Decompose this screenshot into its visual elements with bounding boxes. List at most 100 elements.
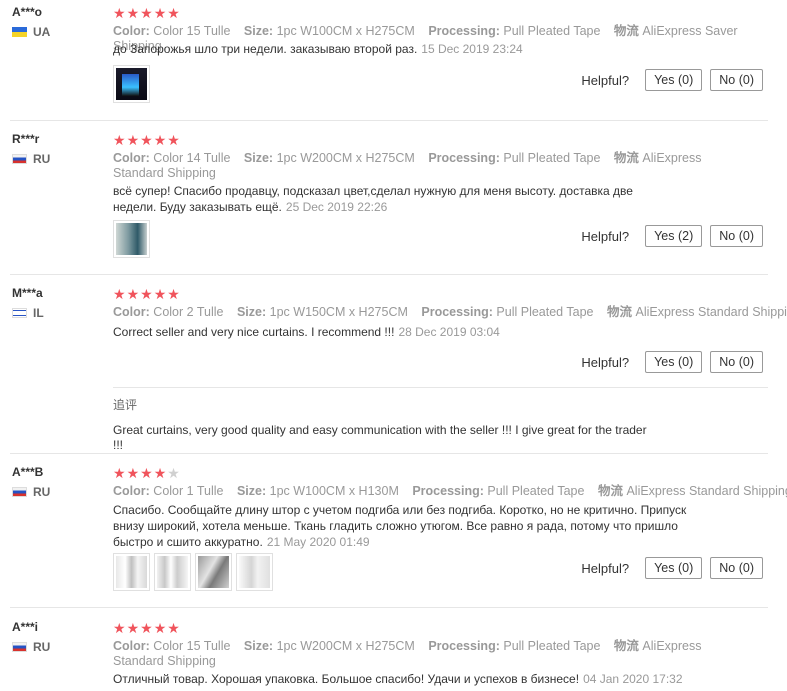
- review-photo-thumb[interactable]: [154, 553, 191, 591]
- star-icon: ★: [113, 132, 126, 148]
- review-date: 15 Dec 2019 23:24: [421, 42, 523, 56]
- helpful-voting: Helpful? Yes (0) No (0): [581, 69, 763, 91]
- star-rating: ★ ★ ★ ★ ★: [113, 133, 181, 147]
- star-rating: ★ ★ ★ ★ ★: [113, 6, 181, 20]
- star-empty-icon: ★: [167, 465, 180, 481]
- helpful-label: Helpful?: [581, 560, 630, 576]
- order-info: Color: Color 15 Tulle Size: 1pc W200CM x…: [113, 639, 702, 668]
- helpful-voting: Helpful? Yes (0) No (0): [581, 557, 763, 579]
- star-icon: ★: [153, 465, 167, 481]
- star-icon: ★: [167, 132, 180, 148]
- star-icon: ★: [126, 132, 140, 148]
- star-rating: ★ ★ ★ ★ ★: [113, 287, 181, 301]
- helpful-yes-button[interactable]: Yes (0): [645, 351, 703, 373]
- star-icon: ★: [167, 286, 180, 302]
- star-icon: ★: [126, 465, 140, 481]
- divider: [10, 607, 768, 608]
- helpful-label: Helpful?: [581, 228, 630, 244]
- divider: [10, 120, 768, 121]
- reviewer-country: RU: [12, 640, 102, 654]
- reviewer-info: A***o UA: [12, 5, 102, 39]
- star-icon: ★: [153, 132, 167, 148]
- divider: [10, 274, 768, 275]
- reviewer-country: RU: [12, 485, 102, 499]
- helpful-label: Helpful?: [581, 72, 630, 88]
- star-icon: ★: [140, 465, 153, 481]
- review-text: Correct seller and very nice curtains. I…: [113, 325, 500, 339]
- star-icon: ★: [113, 620, 126, 636]
- reviewer-name: A***i: [12, 620, 39, 634]
- review-photo-thumb[interactable]: [195, 553, 232, 591]
- review-photo-thumb[interactable]: [113, 220, 150, 258]
- review-date: 04 Jan 2020 17:32: [583, 672, 683, 686]
- helpful-label: Helpful?: [581, 354, 630, 370]
- star-icon: ★: [113, 5, 126, 21]
- review-text: Отличный товар. Хорошая упаковка. Большо…: [113, 672, 683, 686]
- reviewer-info: M***a IL: [12, 286, 102, 320]
- ru-flag-icon: [12, 487, 27, 497]
- helpful-voting: Helpful? Yes (2) No (0): [581, 225, 763, 247]
- followup-text: Great curtains, very good quality and ea…: [113, 423, 647, 452]
- divider: [10, 453, 768, 454]
- helpful-yes-button[interactable]: Yes (0): [645, 557, 703, 579]
- reviewer-info: A***B RU: [12, 465, 102, 499]
- star-icon: ★: [140, 620, 153, 636]
- review-item: A***B RU ★ ★ ★ ★ ★ Color: Color 1 Tulle Size…: [0, 460, 787, 608]
- review-date: 25 Dec 2019 22:26: [285, 200, 388, 214]
- order-info: Color: Color 2 Tulle Size: 1pc W150CM x …: [113, 305, 787, 319]
- review-date: 28 Dec 2019 03:04: [398, 325, 500, 339]
- star-icon: ★: [140, 5, 153, 21]
- review-item: R***r RU ★ ★ ★ ★ ★ Color: Color 14 Tulle Siz…: [0, 127, 787, 275]
- star-icon: ★: [167, 5, 180, 21]
- review-text: всё супер! Спасибо продавцу, подсказал ц…: [113, 184, 633, 214]
- reviewer-name: A***o: [12, 5, 43, 19]
- order-info: Color: Color 1 Tulle Size: 1pc W100CM x …: [113, 484, 787, 498]
- review-item: A***i RU ★ ★ ★ ★ ★ Color: Color 15 Tulle Siz…: [0, 615, 787, 691]
- reviewer-name: M***a: [12, 286, 43, 300]
- reviewer-info: A***i RU: [12, 620, 102, 654]
- helpful-no-button[interactable]: No (0): [710, 69, 763, 91]
- helpful-voting: Helpful? Yes (0) No (0): [581, 351, 763, 373]
- reviewer-info: R***r RU: [12, 132, 102, 166]
- reviewer-name: A***B: [12, 465, 44, 479]
- divider: [113, 387, 768, 388]
- star-rating: ★ ★ ★ ★ ★: [113, 466, 181, 480]
- star-icon: ★: [113, 286, 126, 302]
- review-text: Спасибо. Сообщайте длину штор с учетом п…: [113, 503, 687, 549]
- star-icon: ★: [113, 465, 126, 481]
- helpful-no-button[interactable]: No (0): [710, 557, 763, 579]
- review-photos: [113, 553, 277, 591]
- star-icon: ★: [126, 5, 140, 21]
- order-info: Color: Color 14 Tulle Size: 1pc W200CM x…: [113, 151, 702, 180]
- reviewer-country: RU: [12, 152, 102, 166]
- review-photo-thumb[interactable]: [236, 553, 273, 591]
- helpful-yes-button[interactable]: Yes (2): [645, 225, 703, 247]
- star-icon: ★: [140, 286, 153, 302]
- followup-review: 追评 Great curtains, very good quality and…: [113, 387, 768, 453]
- ua-flag-icon: [12, 27, 27, 37]
- star-icon: ★: [126, 620, 140, 636]
- review-item: M***a IL ★ ★ ★ ★ ★ Color: Color 2 Tulle Size…: [0, 281, 787, 454]
- helpful-no-button[interactable]: No (0): [710, 225, 763, 247]
- review-photos: [113, 65, 154, 103]
- helpful-no-button[interactable]: No (0): [710, 351, 763, 373]
- reviewer-name: R***r: [12, 132, 40, 146]
- review-photos: [113, 220, 154, 258]
- review-item: A***o UA ★ ★ ★ ★ ★ Color: Color 15 Tulle Siz…: [0, 0, 787, 121]
- review-date: 21 May 2020 01:49: [266, 535, 370, 549]
- ru-flag-icon: [12, 154, 27, 164]
- review-text: до Запорожья шло три недели. заказываю в…: [113, 42, 523, 56]
- il-flag-icon: [12, 308, 27, 318]
- star-icon: ★: [153, 5, 167, 21]
- star-icon: ★: [167, 620, 180, 636]
- star-icon: ★: [153, 286, 167, 302]
- review-photo-thumb[interactable]: [113, 553, 150, 591]
- star-icon: ★: [126, 286, 140, 302]
- star-icon: ★: [153, 620, 167, 636]
- reviewer-country: IL: [12, 306, 102, 320]
- reviewer-country: UA: [12, 25, 102, 39]
- helpful-yes-button[interactable]: Yes (0): [645, 69, 703, 91]
- review-photo-thumb[interactable]: [113, 65, 150, 103]
- star-rating: ★ ★ ★ ★ ★: [113, 621, 181, 635]
- ru-flag-icon: [12, 642, 27, 652]
